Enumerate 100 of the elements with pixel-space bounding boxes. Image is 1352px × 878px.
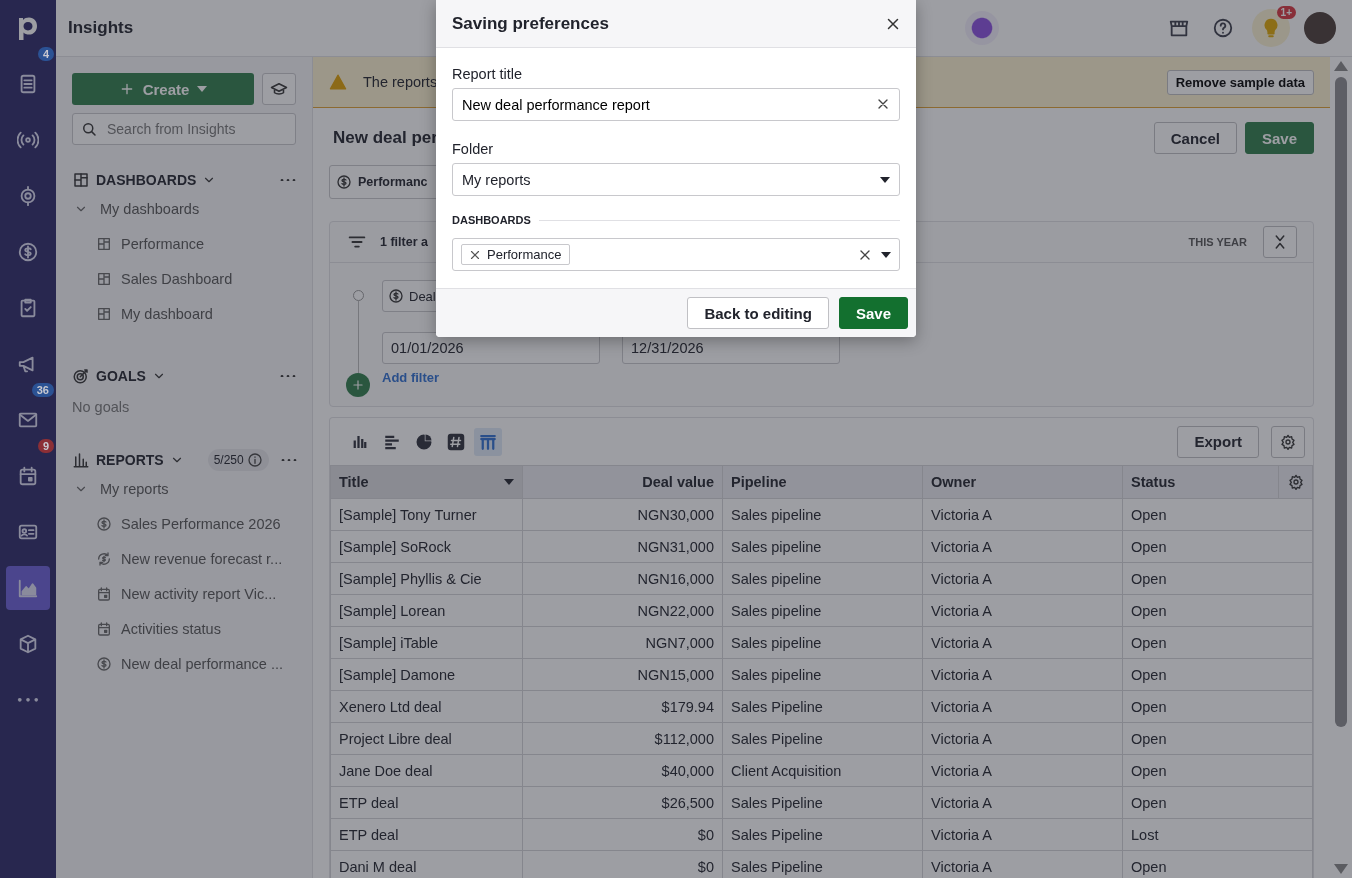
report-link[interactable]: New activity report Vic...: [121, 585, 277, 602]
column-header[interactable]: Status: [1122, 465, 1279, 499]
table-cell: Victoria A: [922, 594, 1123, 627]
table-cell: ETP deal: [330, 818, 523, 851]
folder-label[interactable]: My dashboards: [100, 200, 200, 217]
section-title[interactable]: REPORTS: [96, 452, 164, 468]
notification-badge: 1+: [1276, 6, 1296, 19]
column-settings[interactable]: [1278, 465, 1313, 499]
section-title[interactable]: DASHBOARDS: [96, 172, 197, 188]
cancel-button[interactable]: Cancel: [1153, 122, 1237, 154]
calendar-icon: [96, 620, 112, 637]
table-cell: [Sample] Tony Turner: [330, 498, 523, 531]
dashboard-icon: [72, 171, 90, 189]
remove-sample-data-button[interactable]: Remove sample data: [1166, 69, 1314, 95]
table-cell: Sales pipeline: [722, 626, 923, 659]
report-title-field[interactable]: New deal performance report: [452, 88, 900, 121]
calendar-icon: [17, 465, 39, 487]
warning-icon: [329, 73, 347, 91]
export-button[interactable]: Export: [1177, 425, 1259, 458]
more-icon[interactable]: [17, 698, 39, 702]
box-icon: [17, 633, 39, 655]
dashboard-tag[interactable]: Performance: [461, 244, 571, 265]
table-cell: [Sample] Lorean: [330, 594, 523, 627]
table-cell: Open: [1122, 562, 1313, 595]
empty-text: No goals: [72, 399, 131, 415]
report-link[interactable]: New revenue forecast r...: [121, 550, 283, 567]
dashboard-link[interactable]: Sales Dashboard: [121, 270, 233, 287]
section-label: DASHBOARDS: [452, 214, 531, 226]
table-cell: Victoria A: [922, 658, 1123, 691]
save-button[interactable]: Save: [1244, 122, 1314, 154]
report-link[interactable]: Sales Performance 2026: [121, 515, 281, 532]
add-filter-icon[interactable]: [346, 373, 370, 397]
dashboard-icon: [96, 235, 112, 252]
learn-button[interactable]: [262, 73, 296, 105]
report-link[interactable]: New deal performance ...: [121, 655, 283, 672]
column-header[interactable]: Title: [330, 465, 523, 499]
table-cell: Open: [1122, 530, 1313, 563]
create-button[interactable]: Create: [72, 73, 254, 105]
table-cell: $179.94: [522, 690, 723, 723]
settings-icon: [1287, 474, 1304, 490]
settings-button[interactable]: [1271, 425, 1305, 458]
caret-icon: [197, 86, 208, 92]
table-cell: Open: [1122, 722, 1313, 755]
folder-label[interactable]: My reports: [100, 480, 169, 497]
table-cell: Open: [1122, 658, 1313, 691]
goal-icon: [72, 367, 90, 385]
table-cell: Victoria A: [922, 530, 1123, 563]
column-header[interactable]: Deal value: [522, 465, 723, 499]
bar-chart-icon: [72, 451, 90, 469]
table-cell: $26,500: [522, 786, 723, 819]
table-cell: NGN31,000: [522, 530, 723, 563]
table-cell: Sales Pipeline: [722, 786, 923, 819]
table-cell: Sales pipeline: [722, 658, 923, 691]
table-cell: NGN30,000: [522, 498, 723, 531]
folder-select[interactable]: My reports: [452, 163, 900, 196]
add-filter-link[interactable]: Add filter: [382, 370, 840, 385]
more-options-icon[interactable]: [280, 458, 297, 462]
table-cell: Sales Pipeline: [722, 690, 923, 723]
report-link[interactable]: Activities status: [121, 620, 221, 637]
more-options-icon[interactable]: [280, 178, 296, 182]
table-cell: Sales pipeline: [722, 498, 923, 531]
table-cell: [Sample] Phyllis & Cie: [330, 562, 523, 595]
dashboard-link[interactable]: My dashboard: [121, 305, 213, 322]
table-cell: $0: [522, 818, 723, 851]
table-cell: Open: [1122, 754, 1313, 787]
dashboard-link[interactable]: Performance: [121, 235, 204, 252]
table-cell: Open: [1122, 626, 1313, 659]
plus-icon: [351, 378, 365, 392]
column-header[interactable]: Pipeline: [722, 465, 923, 499]
table-cell: Sales pipeline: [722, 594, 923, 627]
number-chart-icon: [447, 432, 465, 451]
table-cell: NGN16,000: [522, 562, 723, 595]
search-icon: [80, 120, 98, 138]
search-field[interactable]: Search from Insights: [72, 113, 296, 145]
table-cell: Victoria A: [922, 818, 1123, 851]
table-cell: $112,000: [522, 722, 723, 755]
user-avatar[interactable]: [1304, 12, 1336, 44]
rail-nav-item[interactable]: [6, 566, 50, 610]
table-cell: $40,000: [522, 754, 723, 787]
section-title[interactable]: GOALS: [96, 368, 146, 384]
settings-icon: [1280, 433, 1296, 450]
dropdown-caret-icon: [881, 251, 891, 258]
table-cell: Open: [1122, 594, 1313, 627]
table-cell: Sales Pipeline: [722, 818, 923, 851]
dollar-icon: [388, 288, 404, 304]
table-cell: NGN15,000: [522, 658, 723, 691]
collapse-button[interactable]: [1263, 226, 1297, 258]
more-options-icon[interactable]: [280, 374, 296, 378]
view-type-button[interactable]: [474, 427, 502, 456]
column-header[interactable]: Owner: [922, 465, 1123, 499]
page-title: Insights: [68, 18, 134, 38]
dashboards-select[interactable]: Performance: [452, 238, 900, 271]
save-button[interactable]: Save: [838, 297, 908, 329]
banner-text: The reports: [363, 74, 438, 90]
report-title: New deal per: [332, 128, 438, 148]
table-cell: Xenero Ltd deal: [330, 690, 523, 723]
filter-summary[interactable]: 1 filter a: [380, 235, 428, 249]
back-to-editing-button[interactable]: Back to editing: [687, 297, 829, 329]
tips-button[interactable]: [1252, 9, 1290, 47]
dialog-title: Saving preferences: [452, 13, 610, 34]
